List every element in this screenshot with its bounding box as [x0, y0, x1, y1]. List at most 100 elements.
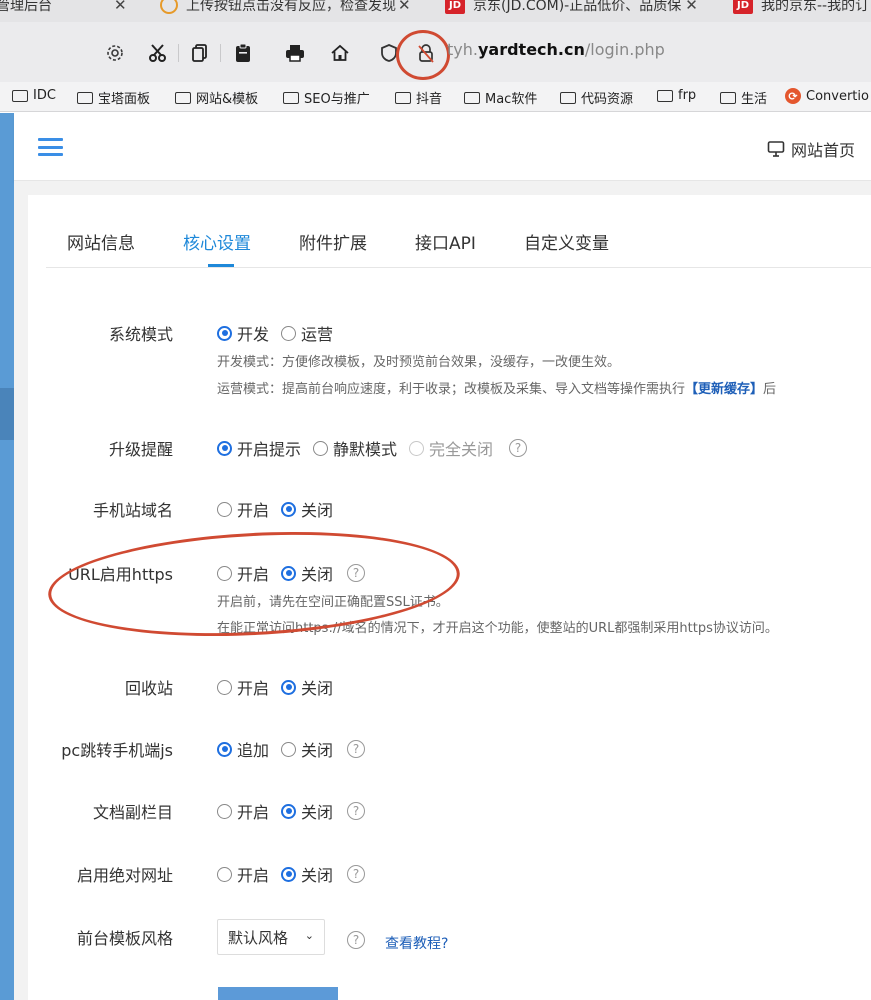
submit-button[interactable]: [218, 987, 338, 1000]
bookmark-label: 网站&模板: [196, 92, 259, 107]
radio-mobile-on[interactable]: 开启: [217, 497, 269, 521]
option-label: 开启: [237, 866, 270, 885]
bookmark-folder[interactable]: 宝塔面板: [77, 88, 150, 107]
help-icon[interactable]: ?: [347, 740, 366, 758]
radio-dev[interactable]: 开发: [217, 321, 269, 345]
radio-notice-off[interactable]: 完全关闭: [409, 436, 493, 460]
browser-tab[interactable]: 上传按钮点击没有反应，检查发现 ✕: [160, 0, 411, 18]
folder-icon: [657, 89, 673, 102]
update-cache-link[interactable]: 【更新缓存】: [685, 382, 763, 397]
tab-title: 上传按钮点击没有反应，检查发现: [186, 0, 396, 14]
browser-tab[interactable]: JD 我的京东--我的订: [733, 0, 869, 18]
bookmark-folder[interactable]: SEO与推广: [283, 88, 370, 107]
radio-redirect-off[interactable]: 关闭: [281, 737, 333, 761]
radio-recycle-off[interactable]: 关闭: [281, 675, 333, 699]
copy-icon[interactable]: [188, 40, 212, 66]
toolbar-divider: [220, 44, 221, 62]
menu-icon[interactable]: [38, 138, 63, 156]
radio-control[interactable]: [217, 679, 232, 695]
scissors-icon[interactable]: [146, 40, 170, 66]
radio-control[interactable]: [217, 866, 232, 882]
monitor-icon: [767, 141, 785, 157]
bookmark-folder[interactable]: frp: [657, 88, 696, 103]
folder-icon: [464, 91, 480, 104]
radio-notice-silent[interactable]: 静默模式: [313, 436, 397, 460]
radio-control[interactable]: [217, 501, 232, 517]
home-icon[interactable]: [328, 40, 352, 66]
bookmark-convertio[interactable]: ⟳ Convertio: [785, 88, 869, 104]
bookmark-label: IDC: [33, 88, 56, 103]
radio-subcol-on[interactable]: 开启: [217, 799, 269, 823]
radio-subcol-off[interactable]: 关闭: [281, 799, 333, 823]
radio-control[interactable]: [217, 325, 232, 341]
bookmark-label: frp: [678, 88, 697, 103]
radio-control[interactable]: [313, 440, 329, 456]
radio-control[interactable]: [217, 741, 232, 757]
url-field[interactable]: tyh.yardtech.cn/login.php: [447, 40, 665, 59]
bookmark-folder[interactable]: 代码资源: [560, 88, 633, 107]
url-host-domain: yardtech.cn: [477, 40, 585, 59]
help-icon[interactable]: ?: [347, 802, 366, 820]
radio-control[interactable]: [281, 866, 297, 882]
tab-custom-vars[interactable]: 自定义变量: [524, 229, 609, 254]
help-icon[interactable]: ?: [347, 865, 366, 883]
active-tab-indicator: [208, 264, 234, 267]
bookmark-folder[interactable]: IDC: [12, 88, 56, 103]
folder-icon: [720, 91, 736, 104]
option-label: 关闭: [301, 741, 334, 760]
close-icon[interactable]: ✕: [114, 0, 127, 14]
radio-control[interactable]: [409, 440, 425, 456]
close-icon[interactable]: ✕: [685, 0, 698, 14]
bookmark-label: 抖音: [416, 92, 443, 107]
radio-recycle-on[interactable]: 开启: [217, 675, 269, 699]
radio-abs-off[interactable]: 关闭: [281, 862, 333, 886]
option-label: 开启: [237, 803, 270, 822]
option-label: 运营: [301, 325, 334, 344]
folder-icon: [77, 91, 93, 104]
browser-tab[interactable]: 管理后台 ✕: [0, 0, 127, 18]
browser-tab[interactable]: JD 京东(JD.COM)-正品低价、品质保 ✕: [445, 0, 698, 18]
radio-control[interactable]: [281, 803, 297, 819]
site-home-link[interactable]: 网站首页: [767, 137, 855, 161]
url-path: /login.php: [584, 40, 665, 59]
tutorial-link[interactable]: 查看教程?: [385, 933, 448, 953]
option-label: 关闭: [301, 501, 334, 520]
close-icon[interactable]: ✕: [398, 0, 411, 14]
radio-mobile-off[interactable]: 关闭: [281, 497, 333, 521]
template-style-label: 前台模板风格: [76, 929, 173, 948]
help-icon[interactable]: ?: [509, 439, 528, 457]
help-icon[interactable]: ?: [347, 931, 365, 949]
option-label: 完全关闭: [429, 440, 494, 459]
bookmark-folder[interactable]: 抖音: [395, 88, 442, 107]
sidebar-active-item[interactable]: [0, 388, 14, 440]
option-label: 开启提示: [237, 440, 302, 459]
radio-control[interactable]: [217, 803, 232, 819]
template-style-select[interactable]: 默认风格 ⌄: [217, 919, 325, 955]
clipboard-icon[interactable]: [231, 40, 255, 66]
bookmarks-bar: IDC 宝塔面板 网站&模板 SEO与推广 抖音 Mac软件 代码资源 frp …: [0, 82, 871, 112]
convertio-icon: ⟳: [785, 88, 801, 104]
tab-attachments[interactable]: 附件扩展: [299, 229, 367, 254]
radio-abs-on[interactable]: 开启: [217, 862, 269, 886]
radio-control[interactable]: [281, 741, 297, 757]
tab-api[interactable]: 接口API: [415, 229, 476, 254]
print-icon[interactable]: [283, 40, 307, 66]
pc-redirect-options: 追加 关闭 ?: [217, 737, 366, 761]
tab-site-info[interactable]: 网站信息: [67, 229, 135, 254]
system-mode-label: 系统模式: [108, 325, 173, 344]
chevron-down-icon: ⌄: [304, 929, 314, 942]
recycle-bin-options: 开启 关闭: [217, 675, 345, 699]
bookmark-folder[interactable]: 生活: [720, 88, 767, 107]
bookmark-folder[interactable]: 网站&模板: [175, 88, 258, 107]
radio-control[interactable]: [217, 440, 232, 456]
tab-title: 管理后台: [0, 0, 52, 14]
radio-control[interactable]: [281, 325, 297, 341]
radio-redirect-append[interactable]: 追加: [217, 737, 269, 761]
tab-core-settings[interactable]: 核心设置: [183, 229, 251, 254]
radio-notice-on[interactable]: 开启提示: [217, 436, 301, 460]
bookmark-folder[interactable]: Mac软件: [464, 88, 537, 107]
radio-control[interactable]: [281, 501, 297, 517]
radio-control[interactable]: [281, 679, 297, 695]
radio-ops[interactable]: 运营: [281, 321, 333, 345]
gear-icon[interactable]: [103, 40, 127, 66]
